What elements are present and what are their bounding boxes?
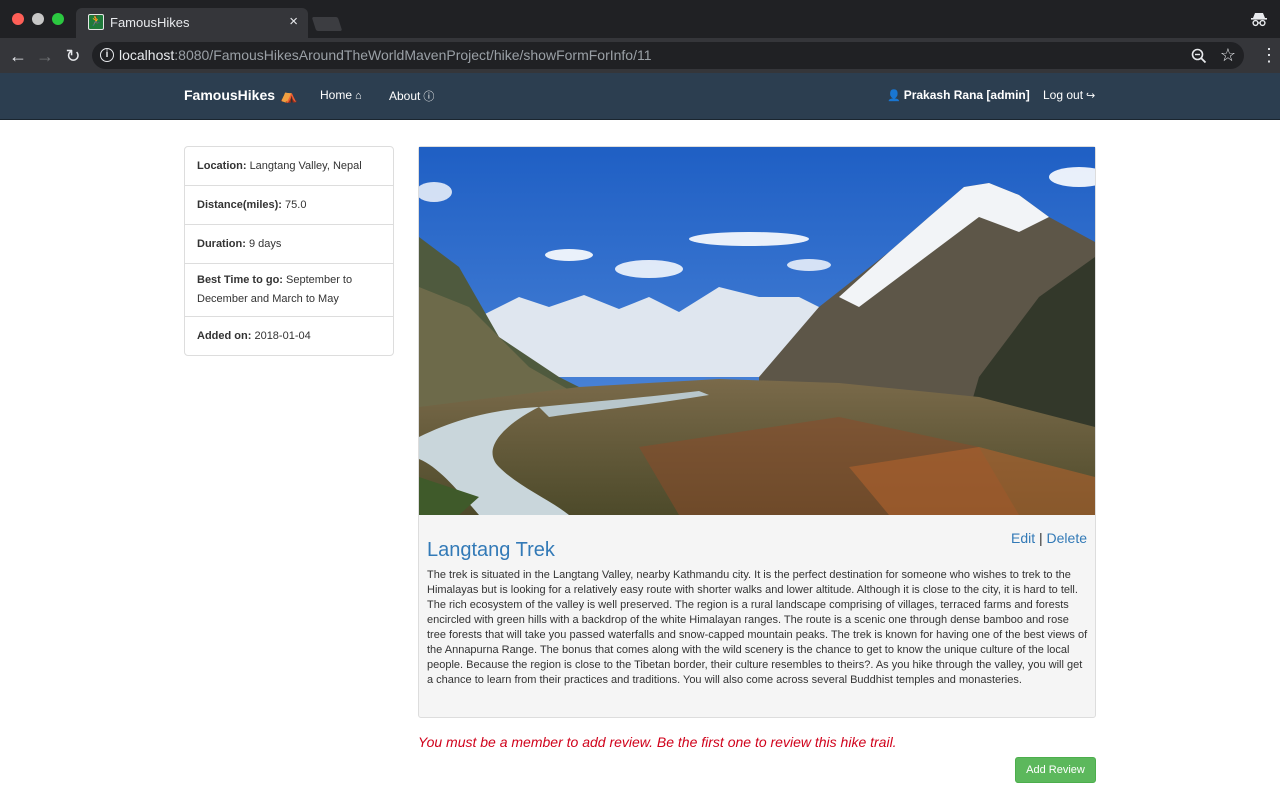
- reload-icon[interactable]: ↻: [63, 46, 83, 66]
- tent-icon: ⛺: [280, 87, 298, 103]
- tab-title: FamousHikes: [110, 15, 190, 30]
- brand-link[interactable]: FamousHikes ⛺: [184, 87, 297, 104]
- minimize-window-button[interactable]: [32, 13, 44, 25]
- app-navbar: FamousHikes ⛺ Home ⌂ About ⓘ 👤 Prakash Rana …: [0, 73, 1280, 120]
- home-icon: ⌂: [355, 90, 362, 102]
- browser-menu-icon[interactable]: ⋮: [1260, 46, 1278, 64]
- nav-home-link[interactable]: Home ⌂: [320, 88, 362, 102]
- hike-photo: [419, 147, 1095, 515]
- delete-link[interactable]: Delete: [1047, 530, 1087, 546]
- url-text[interactable]: localhost:8080/FamousHikesAroundTheWorld…: [119, 47, 652, 63]
- hike-info-list: Location: Langtang Valley, Nepal Distanc…: [184, 146, 394, 356]
- favicon-icon: 🏃: [88, 14, 104, 30]
- info-circle-icon: ⓘ: [423, 91, 435, 103]
- forward-icon[interactable]: →: [35, 46, 55, 66]
- hike-card: Edit | Delete Langtang Trek The trek is …: [418, 146, 1096, 718]
- close-window-button[interactable]: [12, 13, 24, 25]
- nav-user-link[interactable]: 👤 Prakash Rana [admin]: [887, 88, 1030, 102]
- link-separator: |: [1039, 530, 1043, 546]
- browser-tab[interactable]: 🏃 FamousHikes ×: [76, 8, 308, 38]
- nav-logout-link[interactable]: Log out ↪: [1043, 88, 1095, 102]
- browser-titlebar: 🏃 FamousHikes ×: [0, 0, 1280, 38]
- bookmark-star-icon[interactable]: ☆: [1220, 45, 1236, 65]
- info-added-on: Added on: 2018-01-04: [197, 330, 311, 342]
- user-icon: 👤: [887, 90, 901, 102]
- back-icon[interactable]: ←: [8, 46, 28, 66]
- new-tab-button[interactable]: [311, 17, 343, 31]
- edit-link[interactable]: Edit: [1011, 530, 1035, 546]
- zoom-icon[interactable]: [1190, 47, 1208, 65]
- edit-delete-links: Edit | Delete: [1011, 530, 1087, 546]
- site-info-icon[interactable]: i: [100, 48, 114, 62]
- info-location: Location: Langtang Valley, Nepal: [185, 147, 393, 186]
- info-distance: Distance(miles): 75.0: [185, 186, 393, 225]
- maximize-window-button[interactable]: [52, 13, 64, 25]
- logout-icon: ↪: [1086, 90, 1096, 102]
- hike-description: The trek is situated in the Langtang Val…: [427, 569, 1088, 686]
- member-required-message: You must be a member to add review. Be t…: [418, 734, 897, 750]
- info-best-time: Best Time to go: September to December a…: [185, 264, 393, 317]
- add-review-button[interactable]: Add Review: [1015, 757, 1096, 783]
- hike-title: Langtang Trek: [427, 539, 555, 561]
- address-bar[interactable]: i localhost:8080/FamousHikesAroundTheWor…: [92, 42, 1244, 69]
- nav-about-link[interactable]: About ⓘ: [389, 88, 434, 104]
- browser-toolbar: ← → ↻ i localhost:8080/FamousHikesAround…: [0, 38, 1280, 73]
- info-duration: Duration: 9 days: [185, 225, 393, 264]
- close-tab-icon[interactable]: ×: [289, 13, 298, 31]
- incognito-icon: [1251, 13, 1267, 27]
